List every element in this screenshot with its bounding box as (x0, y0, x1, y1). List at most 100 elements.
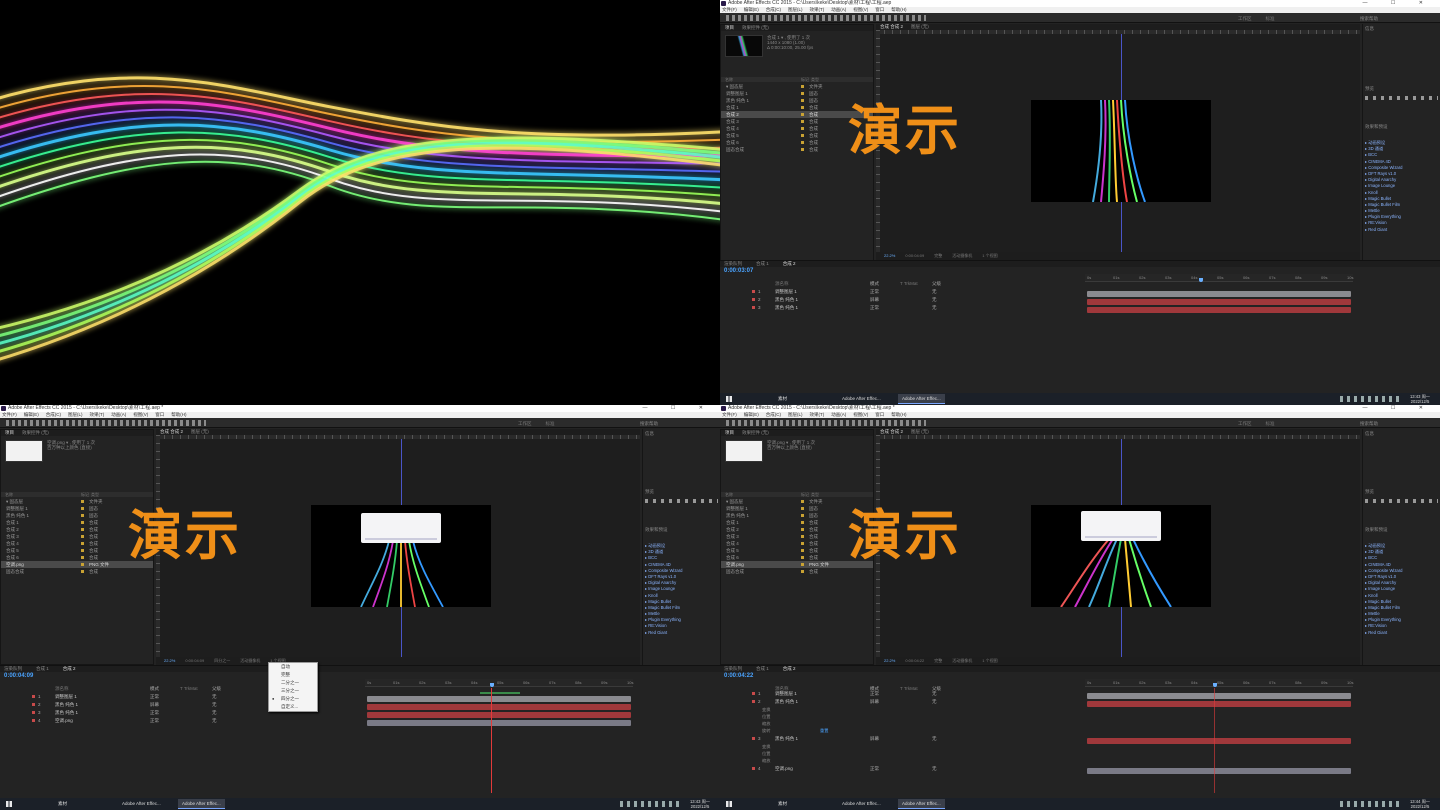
viewer-timecode[interactable]: 0:00:04:22 (905, 658, 924, 663)
menu-layer[interactable]: 图层(L) (68, 412, 83, 417)
camera-select[interactable]: 活动摄像机 (240, 658, 260, 663)
preview-controls[interactable] (1365, 96, 1438, 100)
camera-select[interactable]: 活动摄像机 (952, 253, 972, 258)
layer-bar[interactable] (1087, 307, 1351, 313)
layer-bar[interactable] (1087, 299, 1351, 305)
menu-edit[interactable]: 编辑(E) (744, 412, 759, 417)
taskbar-ae-2[interactable]: Adobe After Effec... (178, 799, 225, 809)
layer-property-row[interactable]: 旋转 (762, 727, 770, 734)
menu-layer[interactable]: 图层(L) (788, 7, 803, 12)
reset-link[interactable]: 重置 (820, 727, 828, 734)
menu-layer[interactable]: 图层(L) (788, 412, 803, 417)
layer-bar[interactable] (1087, 738, 1351, 744)
camera-select[interactable]: 活动摄像机 (952, 658, 972, 663)
system-tray[interactable] (620, 801, 680, 807)
menu-animation[interactable]: 动画(A) (831, 7, 846, 12)
tab-render-queue[interactable]: 渲染队列 (724, 261, 742, 266)
menu-file[interactable]: 文件(F) (2, 412, 17, 417)
timeline-layer-row[interactable]: 1 调整图层 1 正常无 (720, 690, 1080, 697)
layer-bar[interactable] (367, 720, 631, 726)
zoom-select[interactable]: 22.2% (884, 253, 895, 258)
effect-category[interactable]: ▸ Red Giant (1365, 227, 1438, 233)
timeline-layer-row[interactable]: 1 调整图层 1 正常无 (720, 288, 1080, 295)
taskbar-ae-1[interactable]: Adobe After Effec... (838, 799, 885, 809)
menu-animation[interactable]: 动画(A) (831, 412, 846, 417)
taskbar-folder[interactable]: 素材 (54, 799, 71, 809)
current-time-indicator[interactable] (1213, 683, 1217, 687)
tab-render-queue[interactable]: 渲染队列 (724, 666, 742, 671)
taskbar-folder[interactable]: 素材 (774, 394, 791, 404)
window-controls[interactable]: — ☐ ✕ (1363, 405, 1434, 412)
tool-icons[interactable] (6, 420, 206, 426)
resolution-select[interactable]: 四分之一 (214, 658, 230, 663)
system-tray[interactable] (1340, 801, 1400, 807)
tab-effect-controls[interactable]: 效果控件 (无) (742, 25, 769, 30)
tab-effect-controls[interactable]: 效果控件 (无) (742, 430, 769, 435)
menu-effect[interactable]: 效果(T) (810, 7, 825, 12)
resolution-option-third[interactable]: 三分之一 (269, 687, 317, 695)
search-help-input[interactable]: 搜索帮助 (1360, 421, 1378, 427)
tab-comp-1[interactable]: 合成 1 (756, 666, 769, 671)
tab-layer[interactable]: 图层 (无) (911, 24, 929, 29)
zoom-select[interactable]: 22.2% (884, 658, 895, 663)
layer-property-row[interactable]: 变换 (762, 743, 770, 750)
menu-help[interactable]: 帮助(H) (891, 7, 906, 12)
taskbar-clock[interactable]: 13:44 周一 2022/12/5 (1410, 799, 1430, 809)
menu-window[interactable]: 窗口 (155, 412, 164, 417)
timeline-layer-row[interactable]: 4 空调.png 正常无 (720, 765, 1080, 772)
layer-bar[interactable] (367, 704, 631, 710)
current-timecode[interactable]: 0:00:04:09 (4, 673, 33, 679)
time-ruler[interactable]: 0s 01s 02s 03s 04s 05s 06s 07s 08s 09s 10s (1085, 274, 1353, 282)
resolution-select[interactable]: 完整 (934, 253, 942, 258)
menu-window[interactable]: 窗口 (875, 412, 884, 417)
layer-property-row[interactable]: 缩放 (762, 720, 770, 727)
work-area-bar[interactable] (480, 692, 520, 694)
layer-property-row[interactable]: 位置 (762, 750, 770, 757)
resolution-select[interactable]: 完整 (934, 658, 942, 663)
tab-project[interactable]: 项目 (725, 430, 734, 435)
windows-start-icon[interactable] (726, 396, 732, 402)
workspace-switcher[interactable]: 工作区 标准 (1238, 421, 1289, 427)
layer-bar[interactable] (367, 696, 631, 702)
system-tray[interactable] (1340, 396, 1400, 402)
comp-canvas[interactable] (1031, 505, 1211, 608)
view-layout-select[interactable]: 1 个视图 (982, 658, 997, 663)
timeline-layer-row[interactable]: 2 黑色 纯色 1 屏幕无 (720, 296, 1080, 303)
resolution-option-half[interactable]: 二分之一 (269, 679, 317, 687)
menu-help[interactable]: 帮助(H) (171, 412, 186, 417)
viewer-timecode[interactable]: 0:00:04:09 (905, 253, 924, 258)
tab-comp-2[interactable]: 合成 2 (63, 666, 76, 671)
current-time-indicator[interactable] (490, 683, 494, 687)
timeline-layer-row[interactable]: 3 黑色 纯色 1 正常无 (720, 304, 1080, 311)
windows-start-icon[interactable] (726, 801, 732, 807)
layer-bar[interactable] (1087, 291, 1351, 297)
tab-comp-2[interactable]: 合成 2 (783, 261, 796, 266)
menu-edit[interactable]: 编辑(E) (24, 412, 39, 417)
layer-bar[interactable] (1087, 693, 1351, 699)
resolution-option-quarter[interactable]: 四分之一 (269, 695, 317, 703)
taskbar-folder[interactable]: 素材 (774, 799, 791, 809)
viewer-timecode[interactable]: 0:00:04:09 (185, 658, 204, 663)
menu-view[interactable]: 视图(V) (853, 412, 868, 417)
tool-icons[interactable] (726, 15, 926, 21)
window-controls[interactable]: — ☐ ✕ (1363, 0, 1434, 7)
time-ruler[interactable]: 0s 01s 02s 03s 04s 05s 06s 07s 08s 09s 10s (1085, 679, 1353, 687)
tab-comp-2[interactable]: 合成 2 (783, 666, 796, 671)
tab-render-queue[interactable]: 渲染队列 (4, 666, 22, 671)
preview-controls[interactable] (1365, 499, 1438, 503)
window-controls[interactable]: — ☐ ✕ (643, 405, 714, 412)
time-ruler[interactable]: 0s 01s 02s 03s 04s 05s 06s 07s 08s 09s 10s (365, 679, 633, 687)
tab-effect-controls[interactable]: 效果控件 (无) (22, 430, 49, 435)
current-time-indicator[interactable] (1199, 278, 1203, 282)
current-timecode[interactable]: 0:00:03:07 (724, 268, 753, 274)
layer-bar[interactable] (1087, 768, 1351, 774)
timeline-layer-row[interactable]: 3 黑色 纯色 1 屏幕无 (720, 735, 1080, 742)
tab-composition[interactable]: 合成 合成 2 (880, 24, 903, 29)
zoom-select[interactable]: 22.2% (164, 658, 175, 663)
view-layout-select[interactable]: 1 个视图 (982, 253, 997, 258)
taskbar-ae-1[interactable]: Adobe After Effec... (118, 799, 165, 809)
menu-view[interactable]: 视图(V) (853, 7, 868, 12)
menu-composition[interactable]: 合成(C) (46, 412, 61, 417)
menu-file[interactable]: 文件(F) (722, 412, 737, 417)
tab-composition[interactable]: 合成 合成 2 (880, 429, 903, 434)
